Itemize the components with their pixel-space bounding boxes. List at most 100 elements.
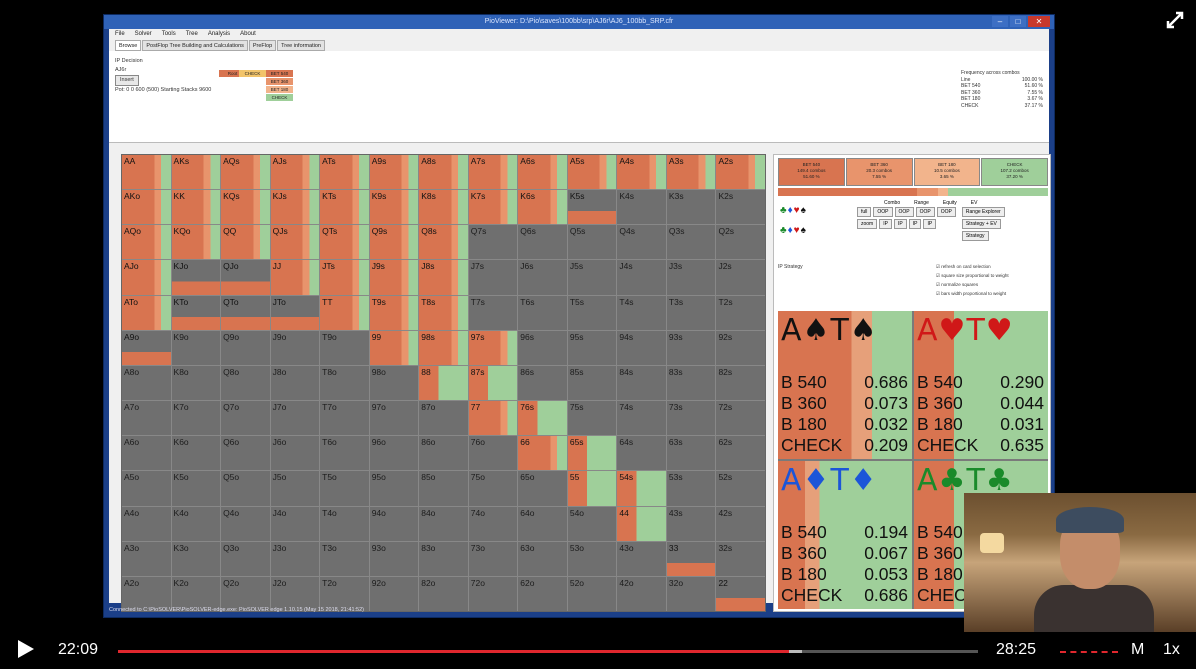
hand-cell[interactable]: 52s	[716, 471, 765, 506]
action-box[interactable]: BET 180 10.5 combos 3.65 %	[913, 158, 981, 186]
strategy-button[interactable]: Strategy	[961, 231, 989, 241]
hand-cell[interactable]: KQs	[221, 190, 270, 225]
hand-cell[interactable]: Q3o	[221, 541, 270, 576]
hand-cell[interactable]: A5s	[567, 155, 617, 190]
hand-cell[interactable]: K5o	[171, 471, 221, 506]
option-row[interactable]: ☑ square size proportional to weight	[936, 271, 1009, 280]
hand-cell[interactable]: 32s	[716, 541, 765, 576]
hand-cell[interactable]: 98s	[419, 330, 468, 365]
hand-cell[interactable]: 97o	[369, 401, 419, 436]
hand-cell[interactable]: 66	[518, 436, 567, 471]
hand-cell[interactable]: 64o	[518, 506, 567, 541]
hand-cell[interactable]: JTo	[270, 295, 320, 330]
option-row[interactable]: ☑ normalize squares	[936, 280, 1009, 289]
hand-cell[interactable]: K9s	[369, 190, 419, 225]
hand-cell[interactable]: 55	[567, 471, 617, 506]
hand-cell[interactable]: T6o	[320, 436, 369, 471]
hand-cell[interactable]: 94s	[617, 330, 666, 365]
hand-cell[interactable]: KK	[171, 190, 221, 225]
tree-node[interactable]: BET 540	[266, 70, 293, 77]
hand-cell[interactable]: 83o	[419, 541, 468, 576]
hand-cell[interactable]: JTs	[320, 260, 369, 295]
hand-cell[interactable]: KTs	[320, 190, 369, 225]
hand-cell[interactable]: 73s	[666, 401, 716, 436]
hand-cell[interactable]: Q9s	[369, 225, 419, 260]
hand-cell[interactable]: 96s	[518, 330, 567, 365]
hand-cell[interactable]: 76o	[468, 436, 518, 471]
spade-icon[interactable]: ♠	[801, 205, 807, 216]
hand-cell[interactable]: J4o	[270, 506, 320, 541]
hand-cell[interactable]: 87s	[468, 365, 518, 401]
hand-cell[interactable]: 85o	[419, 471, 468, 506]
minimize-button[interactable]: –	[992, 16, 1008, 27]
hand-cell[interactable]: K4s	[617, 190, 666, 225]
hand-cell[interactable]: J5o	[270, 471, 320, 506]
hand-cell[interactable]: K7s	[468, 190, 518, 225]
hand-cell[interactable]: T6s	[518, 295, 567, 330]
hand-cell[interactable]: T4o	[320, 506, 369, 541]
menu-item-solver[interactable]: Solver	[135, 29, 152, 40]
hand-cell[interactable]: Q6o	[221, 436, 270, 471]
hand-cell[interactable]: J6o	[270, 436, 320, 471]
control-button[interactable]: IP	[923, 219, 937, 229]
hand-cell[interactable]: 62s	[716, 436, 765, 471]
hand-cell[interactable]: 97s	[468, 330, 518, 365]
hand-cell[interactable]: 43s	[666, 506, 716, 541]
hand-cell[interactable]: AA	[122, 155, 171, 190]
hand-cell[interactable]: 82s	[716, 365, 765, 401]
action-box[interactable]: CHECK 107.2 combos 37.20 %	[981, 158, 1048, 186]
hand-cell[interactable]: AQo	[122, 225, 171, 260]
hand-cell[interactable]: KJo	[171, 260, 221, 295]
hand-cell[interactable]: 75s	[567, 401, 617, 436]
hand-cell[interactable]: K3s	[666, 190, 716, 225]
hand-cell[interactable]: J9s	[369, 260, 419, 295]
hand-cell[interactable]: K6o	[171, 436, 221, 471]
hand-cell[interactable]: A4s	[617, 155, 666, 190]
action-box[interactable]: BET 360 20.3 combos 7.55 %	[845, 158, 913, 186]
hand-cell[interactable]: T5s	[567, 295, 617, 330]
tree-node[interactable]: CHECK	[239, 70, 266, 77]
close-button[interactable]: ✕	[1028, 16, 1050, 27]
range-explorer-button[interactable]: Range Explorer	[961, 207, 1005, 217]
hand-cell[interactable]: 84o	[419, 506, 468, 541]
hand-cell[interactable]: 53o	[567, 541, 617, 576]
tab-3[interactable]: Tree information	[277, 40, 325, 51]
hand-cell[interactable]: 65o	[518, 471, 567, 506]
combo-card[interactable]: A♠T♠ B 540 0.686 B 360 0.073 B 180 0.032 CHECK 0…	[778, 311, 912, 459]
hand-cell[interactable]: 94o	[369, 506, 419, 541]
control-button[interactable]: OOP	[894, 207, 914, 217]
hand-cell[interactable]: AJs	[270, 155, 320, 190]
hand-cell[interactable]: J7s	[468, 260, 518, 295]
hand-cell[interactable]: J8o	[270, 365, 320, 401]
progress-bar[interactable]	[118, 650, 978, 653]
hand-cell[interactable]: J8s	[419, 260, 468, 295]
tree-node[interactable]: BET 180	[266, 86, 293, 93]
strategy-ev-button[interactable]: Strategy + EV	[961, 219, 1001, 229]
hand-cell[interactable]: T7o	[320, 401, 369, 436]
hand-cell[interactable]: QTo	[221, 295, 270, 330]
control-button[interactable]: OOP	[936, 207, 956, 217]
hand-cell[interactable]: AJo	[122, 260, 171, 295]
hand-cell[interactable]: QTs	[320, 225, 369, 260]
hand-cell[interactable]: J9o	[270, 330, 320, 365]
hand-cell[interactable]: 54o	[567, 506, 617, 541]
heart-icon[interactable]: ♥	[794, 225, 801, 236]
hand-cell[interactable]: 63o	[518, 541, 567, 576]
hand-cell[interactable]: A6s	[518, 155, 567, 190]
hand-cell[interactable]: K9o	[171, 330, 221, 365]
fullscreen-icon[interactable]	[1164, 9, 1186, 31]
hand-cell[interactable]: K3o	[171, 541, 221, 576]
menu-item-tree[interactable]: Tree	[186, 29, 198, 40]
hand-cell[interactable]: T8o	[320, 365, 369, 401]
hand-cell[interactable]: Q4s	[617, 225, 666, 260]
hand-cell[interactable]: A3o	[122, 541, 171, 576]
hand-cell[interactable]: QJs	[270, 225, 320, 260]
hand-cell[interactable]: A4o	[122, 506, 171, 541]
hand-cell[interactable]: T2s	[716, 295, 765, 330]
hand-cell[interactable]: 44	[617, 506, 666, 541]
hand-cell[interactable]: K8s	[419, 190, 468, 225]
hand-cell[interactable]: 64s	[617, 436, 666, 471]
menu-item-about[interactable]: About	[240, 29, 256, 40]
hand-cell[interactable]: K8o	[171, 365, 221, 401]
hand-cell[interactable]: 83s	[666, 365, 716, 401]
